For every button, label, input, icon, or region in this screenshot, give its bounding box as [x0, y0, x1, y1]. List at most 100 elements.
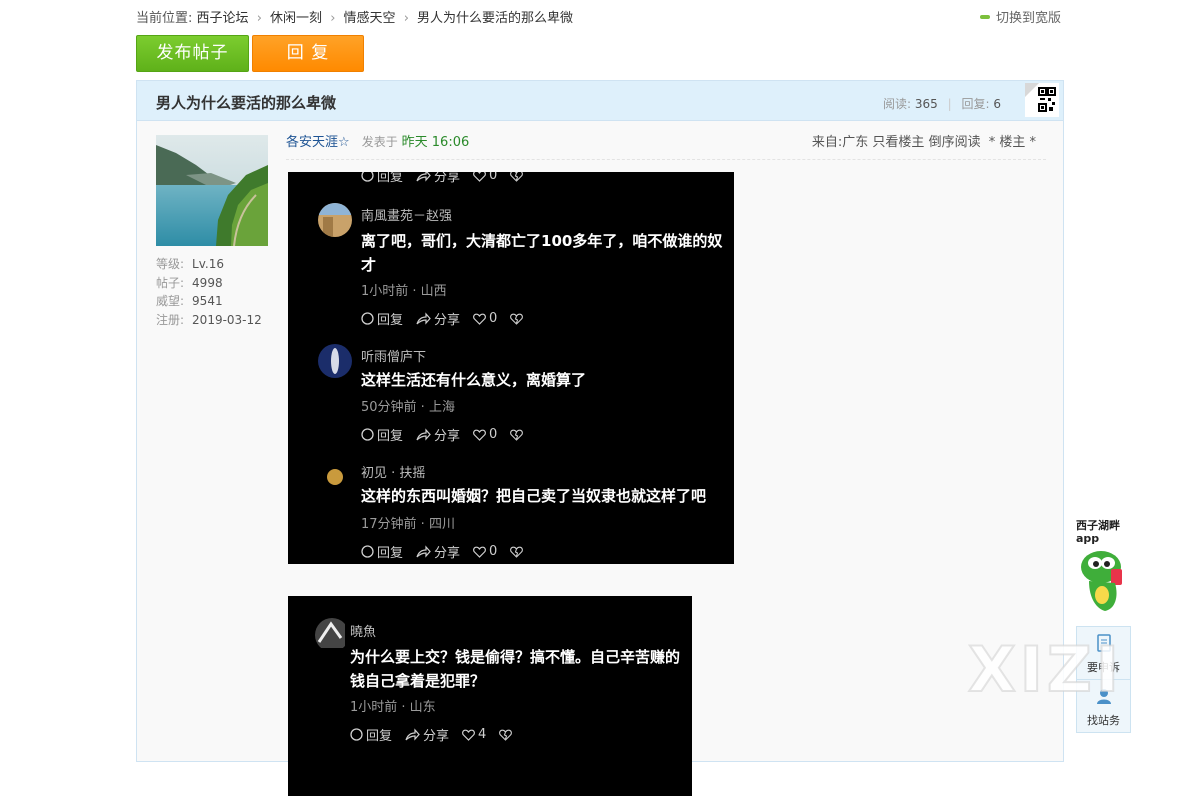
- share-action: 分享: [416, 425, 460, 444]
- share-icon: [416, 428, 431, 441]
- broken-heart-icon: [510, 313, 524, 325]
- share-icon: [416, 172, 431, 182]
- comment-meta: 50分钟前 · 上海: [361, 400, 455, 415]
- new-post-button[interactable]: 发布帖子: [136, 35, 249, 72]
- thread-stats: 阅读: 365 | 回复: 6: [883, 95, 1001, 112]
- stats-divider: |: [947, 97, 952, 111]
- chevron-right-icon: ›: [330, 11, 336, 26]
- reply-action-label: 回复: [377, 172, 404, 185]
- reverse-order-link[interactable]: 倒序阅读: [929, 135, 981, 150]
- comment-bubble-icon: [361, 545, 374, 558]
- reply-action-label: 回复: [377, 546, 404, 561]
- like-action: 4: [462, 727, 486, 742]
- share-action-label: 分享: [434, 429, 461, 444]
- reply-action: 回复: [361, 309, 403, 328]
- like-count: 0: [489, 172, 498, 183]
- comment-actions: 回复 分享 0: [361, 542, 539, 561]
- switch-wide-link[interactable]: 切换到宽版: [980, 7, 1061, 26]
- breadcrumb-item-thread[interactable]: 男人为什么要活的那么卑微: [417, 11, 573, 26]
- thread-panel: 男人为什么要活的那么卑微 阅读: 365 | 回复: 6 等级: Lv.16 帖…: [136, 80, 1064, 796]
- dislike-action: [510, 546, 526, 558]
- qr-code-icon[interactable]: [1025, 83, 1059, 117]
- post-origin: 来自:广东: [811, 135, 869, 150]
- breadcrumb-prefix: 当前位置:: [136, 11, 193, 26]
- thread-header: 男人为什么要活的那么卑微 阅读: 365 | 回复: 6: [137, 81, 1063, 121]
- share-icon: [405, 728, 420, 741]
- find-staff-label: 找站务: [1087, 714, 1120, 727]
- poster-name[interactable]: 各安天涯☆: [286, 135, 350, 150]
- posted-time: 昨天 16:06: [401, 135, 470, 150]
- like-count: 0: [489, 427, 498, 442]
- posts-label: 帖子:: [156, 275, 185, 290]
- like-action: 0: [473, 544, 497, 559]
- heart-icon: [462, 729, 475, 741]
- commenter-avatar: [318, 460, 352, 494]
- site-watermark: XIZI: [967, 632, 1123, 707]
- switch-wide-label: 切换到宽版: [996, 11, 1062, 26]
- comment-text: 离了吧，哥们，大清都亡了100多年了，咱不做谁的奴才: [361, 232, 723, 274]
- level-value: Lv.16: [192, 257, 224, 271]
- share-action-label: 分享: [434, 313, 461, 328]
- like-action: 0: [473, 172, 497, 183]
- share-icon: [416, 312, 431, 325]
- dislike-action: [510, 172, 526, 182]
- wide-toggle-icon: [980, 14, 990, 19]
- comment-bubble-icon: [350, 728, 363, 741]
- register-date: 2019-03-12: [192, 312, 262, 327]
- read-count: 365: [914, 97, 938, 111]
- heart-icon: [473, 313, 486, 325]
- breadcrumb-item-emotion[interactable]: 情感天空: [344, 11, 396, 26]
- dislike-action: [510, 313, 526, 325]
- breadcrumb-item-leisure[interactable]: 休闲一刻: [270, 11, 322, 26]
- post-tools: 来自:广东 只看楼主 倒序阅读 * 楼主 *: [808, 131, 1036, 150]
- reply-label: 回复:: [961, 97, 990, 111]
- dislike-action: [499, 729, 515, 741]
- comment-actions-cut: 回复 分享 0: [361, 172, 539, 185]
- like-count: 0: [489, 544, 498, 559]
- share-action: 分享: [405, 725, 449, 744]
- reply-action-label: 回复: [377, 313, 404, 328]
- comment-actions: 回复 分享 0: [361, 309, 539, 328]
- commenter-name: 南風畫苑－赵强: [361, 209, 453, 224]
- heart-icon: [473, 172, 486, 182]
- prestige-label: 威望:: [156, 294, 185, 308]
- comment-actions: 回复 分享 4: [350, 725, 528, 744]
- share-icon: [416, 545, 431, 558]
- reply-count: 6: [993, 97, 1001, 111]
- like-action: 0: [473, 427, 497, 442]
- comment-meta: 17分钟前 · 四川: [361, 517, 455, 532]
- reply-action: 回复: [361, 425, 403, 444]
- commenter-name: 初见 · 扶摇: [361, 466, 426, 481]
- only-owner-link[interactable]: 只看楼主: [872, 135, 924, 150]
- heart-icon: [473, 429, 486, 441]
- author-avatar[interactable]: [156, 135, 268, 246]
- breadcrumb-item-forum[interactable]: 西子论坛: [197, 11, 249, 26]
- comment-bubble-icon: [361, 172, 374, 182]
- share-action-label: 分享: [434, 546, 461, 561]
- post-image-1: 回复 分享 0 南風畫苑－赵强 离了吧，哥们，大清都亡了100多年了，咱不做谁的…: [288, 172, 734, 564]
- register-label: 注册:: [156, 312, 185, 327]
- commenter-name: 听雨僧庐下: [361, 350, 427, 365]
- author-info: 等级: Lv.16 帖子: 4998 威望: 9541 注册: 2019-03-12: [156, 255, 262, 329]
- posted-info: 发表于 昨天 16:06: [362, 135, 470, 150]
- share-action: 分享: [416, 172, 460, 185]
- broken-heart-icon: [510, 429, 524, 441]
- like-count: 4: [478, 727, 487, 742]
- comment-meta: 1小时前 · 山东: [350, 700, 436, 715]
- post-image-2: 曉魚 为什么要上交？钱是偷得？搞不懂。自己辛苦赚的钱自己拿着是犯罪？ 1小时前 …: [288, 596, 692, 796]
- breadcrumb: 当前位置: 西子论坛 › 休闲一刻 › 情感天空 › 男人为什么要活的那么卑微: [136, 7, 573, 26]
- posts-value: 4998: [192, 275, 223, 290]
- share-action: 分享: [416, 542, 460, 561]
- heart-icon: [473, 546, 486, 558]
- commenter-name: 曉魚: [350, 625, 377, 640]
- commenter-avatar: [315, 618, 349, 652]
- like-count: 0: [489, 311, 498, 326]
- share-action-label: 分享: [434, 172, 461, 185]
- comment-text: 为什么要上交？钱是偷得？搞不懂。自己辛苦赚的钱自己拿着是犯罪？: [350, 648, 681, 690]
- comment-bubble-icon: [361, 312, 374, 325]
- reply-action: 回复: [361, 542, 403, 561]
- prestige-value: 9541: [192, 294, 223, 308]
- comment-text: 这样生活还有什么意义，离婚算了: [361, 371, 587, 389]
- reply-button[interactable]: 回 复: [252, 35, 364, 72]
- floor-label: * 楼主 *: [988, 135, 1036, 150]
